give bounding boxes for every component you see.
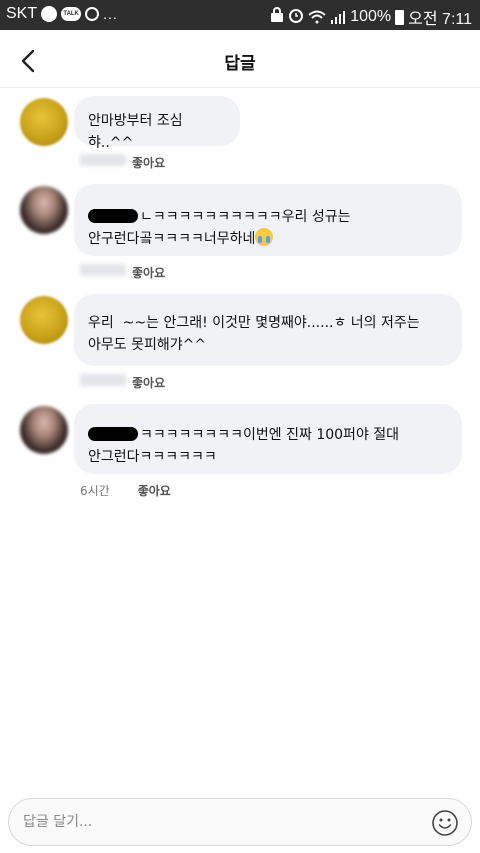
- comment-text: 우리 ~~는 안그래! 이것만 몇명째야......ㅎ 너의 저주는: [88, 315, 420, 331]
- header: 답글: [0, 30, 480, 88]
- reply-input-container[interactable]: [8, 798, 472, 846]
- comment-time-redacted: [80, 374, 126, 386]
- page-title: 답글: [224, 54, 256, 74]
- comment-text: 안구런다곸ㅋㅋㅋㅋ너무하네: [88, 231, 256, 247]
- alarm-icon: [288, 7, 304, 28]
- emoji-button[interactable]: [431, 809, 459, 837]
- comment-time-redacted: [80, 154, 126, 166]
- comment-text: 안그런다ㅋㅋㅋㅋㅋㅋ: [88, 449, 217, 465]
- comment-bubble[interactable]: 안마방부터 조심햐..^^: [74, 96, 240, 151]
- settings-icon: [85, 7, 100, 21]
- notification-icon: [41, 6, 58, 22]
- battery-icon: [395, 9, 405, 25]
- avatar[interactable]: [20, 186, 68, 234]
- comment-text-line: ㅋㅋㅋㅋㅋㅋㅋㅋ이번엔 진짜 100퍼야 절대: [88, 424, 448, 446]
- comment-meta: 좋아요: [80, 154, 165, 171]
- comment-text: ㅋㅋㅋㅋㅋㅋㅋㅋ이번엔 진짜 100퍼야 절대: [140, 427, 400, 443]
- comment-text: 안마방부터 조심햐..^^: [88, 113, 183, 151]
- comment-meta: 좋아요: [80, 264, 165, 281]
- lock-icon: [270, 6, 284, 28]
- more-notifications-indicator: ...: [103, 6, 118, 22]
- clock: 오전 7:11: [408, 11, 472, 28]
- smiley-icon: [432, 810, 458, 836]
- comment-text: ㄴㅋㅋㅋㅋㅋㅋㅋㅋㅋㅋ우리 성규는: [140, 209, 351, 225]
- comment-text-line: 안구런다곸ㅋㅋㅋㅋ너무하네: [88, 228, 448, 250]
- status-bar: SKT TALK ... 100% 오전 7:11: [0, 0, 480, 30]
- reply-input[interactable]: [23, 811, 403, 833]
- kakaotalk-icon: TALK: [61, 7, 82, 21]
- crying-face-emoji-icon: [255, 228, 274, 246]
- comment-meta: 6시간 좋아요: [80, 482, 171, 499]
- avatar[interactable]: [20, 296, 68, 344]
- avatar[interactable]: [20, 406, 68, 454]
- comment-text: 아무도 못피해갸^^: [88, 337, 207, 353]
- avatar[interactable]: [20, 98, 68, 146]
- comment-time-redacted: [80, 264, 126, 276]
- signal-icon: [330, 10, 346, 24]
- like-button[interactable]: 좋아요: [132, 264, 165, 281]
- comment-meta: 좋아요: [80, 374, 165, 391]
- comment-bubble[interactable]: ㄴㅋㅋㅋㅋㅋㅋㅋㅋㅋㅋ우리 성규는 안구런다곸ㅋㅋㅋㅋ너무하네: [74, 184, 462, 256]
- comment-text-line: ㄴㅋㅋㅋㅋㅋㅋㅋㅋㅋㅋ우리 성규는: [88, 206, 448, 228]
- comment-time: 6시간: [80, 484, 110, 498]
- comment-bubble[interactable]: ㅋㅋㅋㅋㅋㅋㅋㅋ이번엔 진짜 100퍼야 절대 안그런다ㅋㅋㅋㅋㅋㅋ: [74, 404, 462, 474]
- battery-percent: 100%: [350, 8, 392, 25]
- carrier-label: SKT: [6, 5, 38, 22]
- like-button[interactable]: 좋아요: [132, 374, 165, 391]
- redacted-mention: [88, 209, 138, 223]
- reply-input-bar: [0, 790, 480, 853]
- like-button[interactable]: 좋아요: [138, 482, 171, 499]
- wifi-icon: [308, 10, 326, 24]
- like-button[interactable]: 좋아요: [132, 154, 165, 171]
- redacted-mention: [88, 427, 138, 441]
- comment-bubble[interactable]: 우리 ~~는 안그래! 이것만 몇명째야......ㅎ 너의 저주는 아무도 못…: [74, 294, 462, 366]
